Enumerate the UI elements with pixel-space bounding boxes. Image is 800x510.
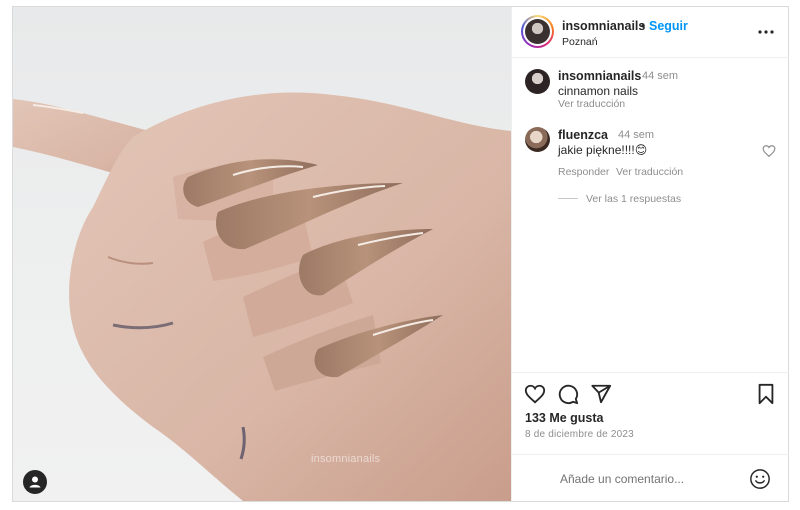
hand-image: [13, 92, 511, 501]
caption-text: cinnamon nails: [558, 84, 639, 98]
post-modal: insomnianails insomnianails • Seguir Poz…: [12, 6, 789, 502]
more-options-button[interactable]: [756, 22, 776, 42]
replies-divider: [558, 198, 578, 199]
save-button[interactable]: [755, 383, 777, 405]
post-location[interactable]: Poznań: [562, 36, 598, 48]
post-date[interactable]: 8 de diciembre de 2023: [525, 429, 634, 440]
emoji-button[interactable]: [749, 468, 771, 490]
caption-avatar[interactable]: [525, 69, 550, 94]
post-photo[interactable]: insomnianails: [13, 7, 511, 501]
actions-divider: [512, 372, 789, 373]
more-icon: [758, 30, 774, 34]
header-separator: •: [641, 19, 646, 33]
author-username[interactable]: insomnianails: [562, 19, 645, 33]
comment-text: jakie piękne!!!!😊: [558, 143, 648, 157]
like-button[interactable]: [524, 383, 546, 405]
comment-input[interactable]: [560, 469, 740, 489]
comment-like-button[interactable]: [762, 144, 776, 158]
likes-count[interactable]: 133 Me gusta: [525, 411, 604, 425]
bookmark-icon: [758, 383, 774, 405]
emoji-icon: [750, 469, 770, 489]
follow-button[interactable]: Seguir: [649, 19, 688, 33]
comment-translate-link[interactable]: Ver traducción: [616, 166, 683, 178]
share-icon: [591, 384, 612, 404]
caption-time[interactable]: 44 sem: [642, 70, 678, 82]
author-avatar[interactable]: [521, 15, 554, 48]
comment-button[interactable]: [557, 383, 579, 405]
heart-icon: [524, 384, 546, 404]
heart-icon: [762, 145, 776, 158]
user-tag-button[interactable]: [23, 470, 47, 494]
comment-bar: [512, 454, 789, 501]
comment-username[interactable]: fluenzca: [558, 128, 608, 142]
comment-icon: [558, 384, 579, 405]
post-header: insomnianails • Seguir Poznań: [512, 7, 789, 58]
photo-watermark: insomnianails: [311, 453, 381, 465]
view-replies-link[interactable]: Ver las 1 respuestas: [586, 193, 681, 205]
user-tag-icon: [29, 476, 41, 488]
comment-avatar[interactable]: [525, 127, 550, 152]
comment-time[interactable]: 44 sem: [618, 129, 654, 141]
reply-link[interactable]: Responder: [558, 166, 609, 178]
share-button[interactable]: [590, 383, 612, 405]
caption-username[interactable]: insomnianails: [558, 69, 641, 83]
caption-translate-link[interactable]: Ver traducción: [558, 98, 625, 110]
post-sidebar: insomnianails • Seguir Poznań insomniana…: [511, 7, 789, 501]
